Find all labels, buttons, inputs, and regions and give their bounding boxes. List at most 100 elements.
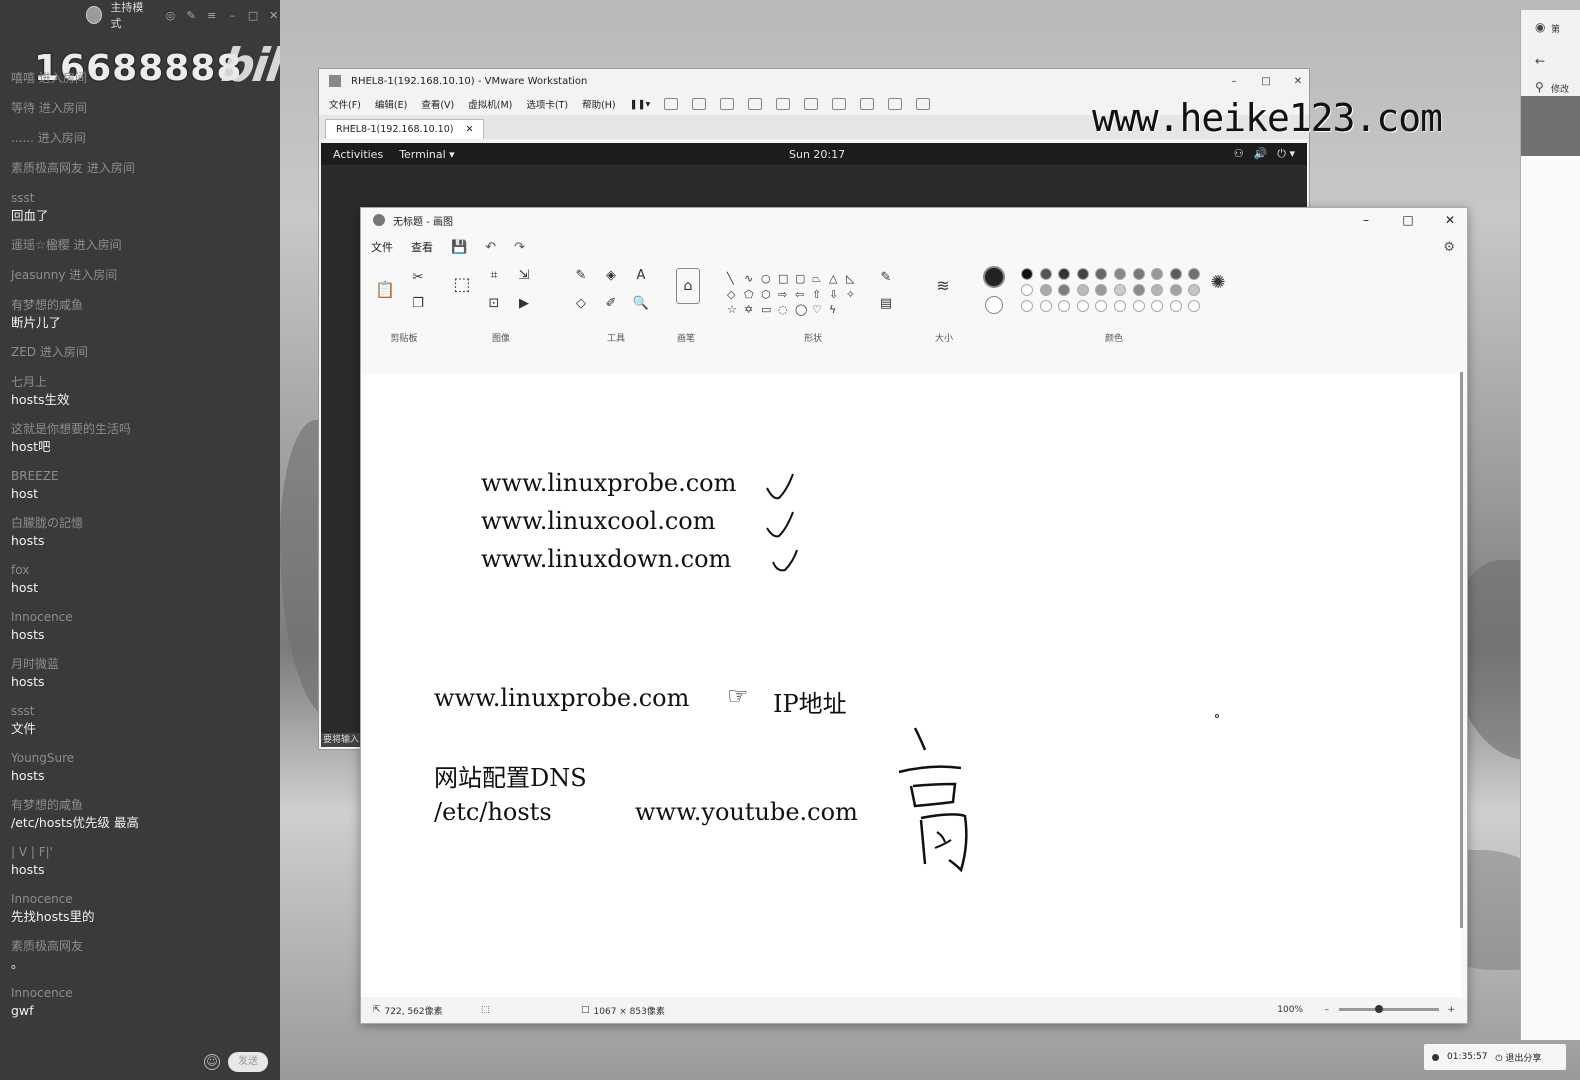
pause-icon[interactable]: ❚❚▾ [630,99,651,110]
thumbnail-icon[interactable] [804,98,819,110]
color-swatch[interactable] [1188,268,1201,280]
chat-username[interactable]: 月时微蓝 [11,656,271,673]
chat-username[interactable]: YoungSure [11,750,271,767]
tab-rhel8[interactable]: RHEL8-1(192.168.10.10) ✕ [325,119,485,139]
color-swatch[interactable] [1132,300,1145,312]
fullscreen-icon[interactable] [832,98,847,110]
shape-palette[interactable]: ╲ ∿ ○ □ ▢ ⏢ △ ◺ ◇ ⬠ ⬡ ⇨ ⇦ ⇧ ⇩ ✧ ☆ ✡ ▭ ◌ ◯ ♡ ϟ [727,272,863,316]
color-swatch[interactable] [1021,284,1033,296]
maximize-icon[interactable]: □ [1255,76,1277,87]
color-swatch[interactable] [1113,284,1126,296]
color-swatch[interactable] [1188,300,1201,312]
color-swatch[interactable] [1113,300,1126,312]
menu-edit[interactable]: 编辑(E) [375,97,407,111]
console-icon[interactable] [888,98,903,110]
chat-username[interactable]: Innocence [11,985,271,1002]
magnifier-icon[interactable]: 🔍 [632,296,650,311]
resize-icon[interactable]: ⇲ [515,268,533,283]
color-swatch[interactable] [1095,300,1108,312]
zoom-slider[interactable] [1339,1005,1439,1013]
back-arrow-icon[interactable]: ← [1535,54,1545,68]
activities-button[interactable]: Activities [333,148,383,161]
color-swatch[interactable] [1132,268,1145,280]
close-icon[interactable]: ✕ [267,9,280,22]
send-ctrl-alt-del-icon[interactable] [664,98,679,110]
color-2-swatch[interactable] [985,296,1003,314]
color-swatch[interactable] [1151,268,1164,280]
color-swatch[interactable] [1113,268,1126,280]
library-icon[interactable] [776,98,791,110]
chat-bubble-icon[interactable]: ◉ [1535,20,1545,34]
menu-vm[interactable]: 虚拟机(M) [468,97,512,111]
color-swatch[interactable] [1058,284,1071,296]
chat-username[interactable]: BREEZE [11,468,271,485]
color-1-swatch[interactable] [983,266,1005,288]
chat-username[interactable]: 嘻嘻 [11,71,35,85]
host-avatar[interactable] [86,6,103,24]
save-icon[interactable]: 💾 [451,240,467,255]
send-button[interactable]: 发送 [228,1052,268,1072]
shape-fill-icon[interactable]: ▤ [877,296,895,311]
chat-username[interactable]: 有梦想的咸鱼 [11,797,271,814]
chat-username[interactable]: 等待 [11,101,35,115]
system-tray[interactable]: ⚇ 🔊 ⏻ ▾ [1234,147,1295,161]
close-tab-icon[interactable]: ✕ [465,120,473,139]
chat-username[interactable]: Innocence [11,609,271,626]
color-swatch[interactable] [1169,268,1182,280]
unity-icon[interactable] [860,98,875,110]
color-swatch[interactable] [1188,284,1201,296]
chat-username[interactable]: Jeasunny [11,268,65,282]
chat-username[interactable]: ZED [11,345,36,359]
emoji-icon[interactable]: ☺ [204,1054,220,1070]
chat-username[interactable]: Innocence [11,891,271,908]
minimize-icon[interactable]: – [226,9,239,22]
color-swatch[interactable] [1076,300,1089,312]
menu-icon[interactable]: ≡ [205,9,218,22]
chat-username[interactable]: | V | F|' [11,844,271,861]
menu-file[interactable]: 文件(F) [329,97,361,111]
chat-username[interactable]: ...... [11,131,34,145]
color-swatch[interactable] [1169,284,1182,296]
right-window-edit[interactable]: 修改 [1551,82,1569,95]
maximize-icon[interactable]: □ [1391,213,1425,227]
chat-username[interactable]: fox [11,562,271,579]
menu-help[interactable]: 帮助(H) [582,97,616,111]
chat-username[interactable]: 素质极高网友 [11,938,271,955]
chat-username[interactable]: 七月上 [11,374,271,391]
revert-snapshot-icon[interactable] [720,98,735,110]
close-icon[interactable]: ✕ [1287,76,1309,87]
stretch-icon[interactable] [916,98,931,110]
edit-icon[interactable]: ✎ [185,9,198,22]
copy-icon[interactable]: ❐ [409,296,427,311]
color-swatch[interactable] [1021,268,1033,280]
terminal-app-menu[interactable]: Terminal ▾ [399,148,455,161]
exit-share-button[interactable]: ⏻ 退出分享 [1495,1051,1541,1064]
minimize-icon[interactable]: – [1349,213,1383,227]
brush-icon[interactable]: ⌂ [676,268,700,304]
color-swatch[interactable] [1132,284,1145,296]
color-swatch[interactable] [1151,284,1164,296]
rotate-icon[interactable]: ▶ [515,296,533,311]
settings-icon[interactable]: ⚙ [1443,240,1455,255]
color-picker-icon[interactable]: ✐ [602,296,620,311]
chat-username[interactable]: 这就是你想要的生活吗 [11,421,271,438]
snapshot-manager-icon[interactable] [748,98,763,110]
text-icon[interactable]: A [632,268,650,283]
maximize-icon[interactable]: □ [247,9,260,22]
color-swatch[interactable] [1151,300,1164,312]
color-swatch[interactable] [1095,268,1108,280]
zoom-in-icon[interactable]: + [1447,1005,1455,1015]
paste-icon[interactable]: 📋 [375,280,395,299]
user-icon[interactable]: ⚲ [1535,80,1544,94]
chat-username[interactable]: ssst [11,703,271,720]
color-swatch[interactable] [1169,300,1182,312]
edit-colors-icon[interactable]: ✺ [1209,272,1227,293]
menu-view[interactable]: 查看(V) [421,97,454,111]
chat-username[interactable]: 素质极高网友 [11,161,83,175]
chat-username[interactable]: 遥瑶☆楹樱 [11,238,70,252]
image-select-icon[interactable]: ⊡ [485,296,503,311]
outline-icon[interactable]: ✎ [877,270,895,285]
chat-username[interactable]: ssst [11,190,271,207]
color-swatch[interactable] [1076,284,1089,296]
chat-username[interactable]: 白朦胧の記憶 [11,515,271,532]
